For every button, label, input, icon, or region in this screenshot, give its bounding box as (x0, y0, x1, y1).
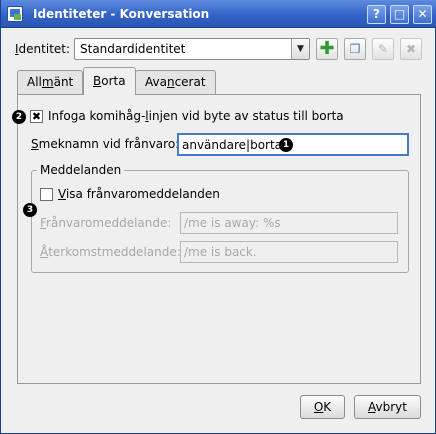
back-message-value: /me is back. (184, 245, 257, 259)
help-button[interactable]: ? (367, 5, 386, 24)
away-nickname-value: användare|borta (182, 138, 283, 152)
close-button[interactable]: ✕ (413, 5, 432, 24)
callout-badge-1: 1 (279, 138, 293, 152)
away-message-value: /me is away: %s (184, 216, 281, 230)
maximize-button[interactable]: □ (390, 5, 409, 24)
insert-line-checkbox[interactable]: ✖ (30, 110, 43, 123)
back-message-label: Återkomstmeddelande: (40, 245, 181, 259)
checkmark-icon: ✖ (31, 110, 42, 123)
copy-icon: ❐ (349, 42, 361, 56)
messages-group-title: Meddelanden (37, 163, 125, 177)
copy-identity-button[interactable]: ❐ (344, 38, 366, 60)
add-identity-button[interactable]: ✚ (316, 38, 338, 60)
edit-identity-button[interactable]: ✎ (372, 38, 394, 60)
show-away-messages-label: Visa frånvaromeddelanden (58, 187, 220, 201)
callout-badge-3: 3 (23, 203, 37, 217)
show-away-messages-checkbox[interactable] (40, 188, 53, 201)
identity-label: Identitet: (15, 42, 71, 56)
tab-away[interactable]: Borta (83, 67, 136, 95)
away-nickname-label: Smeknamn vid frånvaro: (31, 137, 180, 151)
back-message-input[interactable]: /me is back. (180, 241, 398, 263)
delete-icon: ✖ (405, 42, 417, 56)
ok-button[interactable]: OK (300, 395, 345, 419)
identity-combo-value: Standardidentitet (80, 42, 186, 56)
identities-dialog: Identiteter - Konversation ? □ ✕ Identit… (0, 0, 436, 434)
identity-combo[interactable]: Standardidentitet ▼ (74, 38, 310, 60)
app-icon (7, 6, 23, 22)
delete-identity-button[interactable]: ✖ (400, 38, 422, 60)
add-icon: ✚ (319, 38, 335, 59)
callout-badge-2: 2 (12, 110, 26, 124)
title-bar: Identiteter - Konversation ? □ ✕ (1, 0, 436, 28)
tab-advanced[interactable]: Avancerat (135, 70, 216, 94)
cancel-button[interactable]: Avbryt (354, 395, 421, 419)
insert-line-label: Infoga komihåg-linjen vid byte av status… (48, 109, 344, 123)
chevron-down-icon[interactable]: ▼ (291, 39, 309, 59)
window-title: Identiteter - Konversation (33, 7, 210, 21)
edit-icon: ✎ (377, 42, 389, 56)
away-nickname-input[interactable]: användare|borta 1 (177, 133, 409, 156)
away-message-input[interactable]: /me is away: %s (180, 212, 398, 234)
tab-general[interactable]: Allmänt (17, 70, 84, 94)
away-message-label: Frånvaromeddelande: (40, 216, 172, 230)
